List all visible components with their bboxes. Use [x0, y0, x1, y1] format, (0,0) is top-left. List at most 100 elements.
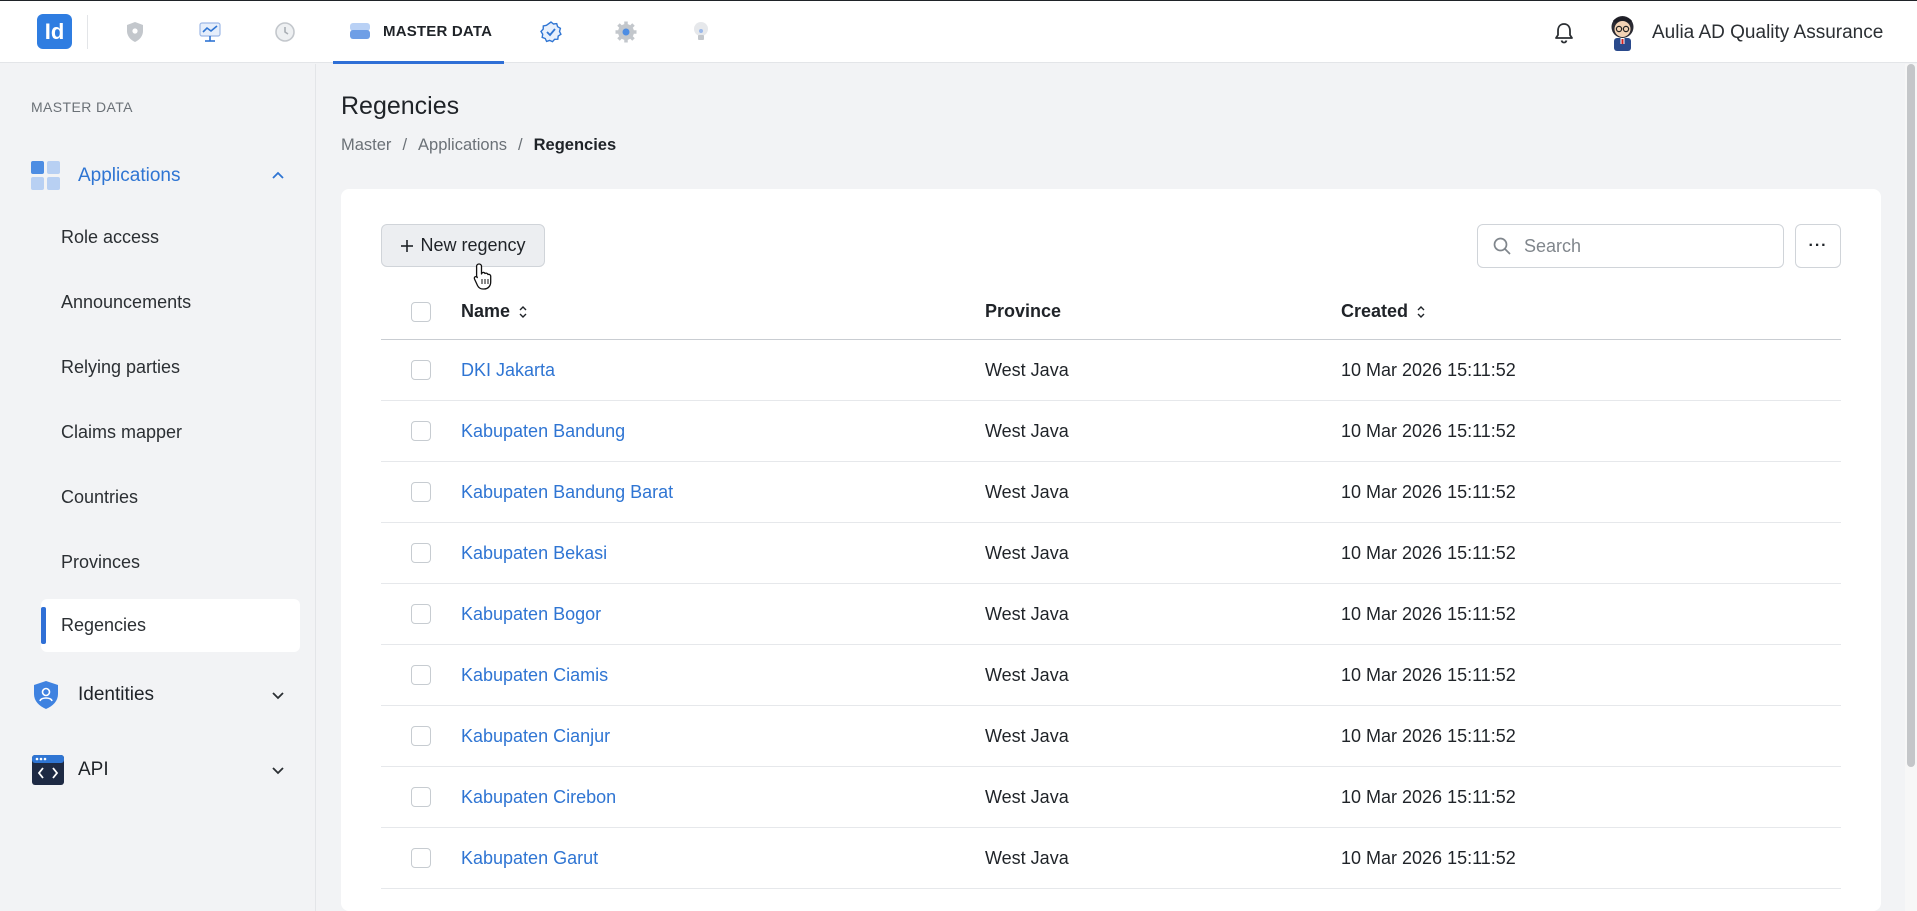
user-name[interactable]: Aulia AD Quality Assurance	[1652, 22, 1883, 44]
avatar[interactable]	[1604, 13, 1641, 52]
province-cell: West Java	[985, 542, 1069, 563]
table-row: Kabupaten Bekasi West Java 10 Mar 2026 1…	[381, 523, 1841, 584]
divider	[87, 15, 88, 49]
search-input[interactable]	[1524, 235, 1764, 257]
created-cell: 10 Mar 2026 15:11:52	[1341, 481, 1516, 502]
api-code-icon	[32, 755, 64, 785]
created-cell: 10 Mar 2026 15:11:52	[1341, 847, 1516, 868]
sidebar: MASTER DATA Applications Role access Ann…	[0, 64, 316, 911]
row-checkbox[interactable]	[411, 482, 431, 502]
sort-icon[interactable]	[518, 305, 528, 319]
search-icon	[1493, 237, 1511, 255]
created-cell: 10 Mar 2026 15:11:52	[1341, 786, 1516, 807]
sidebar-group-applications[interactable]: Applications	[31, 157, 286, 195]
scrollbar-thumb[interactable]	[1907, 64, 1915, 767]
sidebar-item-countries[interactable]: Countries	[41, 471, 300, 524]
breadcrumb-separator: /	[518, 136, 523, 154]
shield-icon[interactable]	[121, 18, 149, 46]
more-options-button[interactable]: ···	[1795, 224, 1841, 268]
regency-name-link[interactable]: Kabupaten Garut	[461, 848, 598, 869]
dashboard-icon[interactable]	[196, 18, 224, 46]
table-header: Name Province Created	[381, 284, 1841, 340]
tab-master-data-label: MASTER DATA	[383, 22, 493, 40]
check-badge-icon[interactable]	[537, 18, 565, 46]
column-header-created[interactable]: Created	[1341, 301, 1426, 322]
row-checkbox[interactable]	[411, 665, 431, 685]
more-icon: ···	[1808, 237, 1828, 254]
tab-master-data[interactable]: MASTER DATA	[333, 1, 504, 64]
sidebar-group-identities[interactable]: Identities	[31, 676, 286, 714]
new-regency-button[interactable]: New regency	[381, 224, 545, 267]
created-cell: 10 Mar 2026 15:11:52	[1341, 420, 1516, 441]
bulb-icon[interactable]	[687, 18, 715, 46]
table-row: Kabupaten Garut West Java 10 Mar 2026 15…	[381, 828, 1841, 889]
regency-name-link[interactable]: Kabupaten Cianjur	[461, 726, 610, 747]
bell-icon[interactable]	[1551, 20, 1577, 46]
breadcrumb-separator: /	[402, 136, 408, 154]
regencies-table: Name Province Created DKI Jakarta West J…	[381, 284, 1841, 889]
row-checkbox[interactable]	[411, 787, 431, 807]
regency-name-link[interactable]: Kabupaten Bekasi	[461, 543, 607, 564]
regency-name-link[interactable]: Kabupaten Bandung	[461, 421, 625, 442]
hand-cursor-icon	[473, 263, 492, 290]
table-row: Kabupaten Ciamis West Java 10 Mar 2026 1…	[381, 645, 1841, 706]
province-cell: West Java	[985, 725, 1069, 746]
sidebar-group-api[interactable]: API	[31, 751, 286, 789]
identity-shield-icon	[34, 681, 58, 709]
database-icon	[350, 23, 370, 39]
row-checkbox[interactable]	[411, 726, 431, 746]
row-checkbox[interactable]	[411, 604, 431, 624]
province-cell: West Java	[985, 420, 1069, 441]
regency-name-link[interactable]: Kabupaten Bandung Barat	[461, 482, 673, 503]
search-box[interactable]	[1477, 224, 1784, 268]
select-all-checkbox[interactable]	[411, 301, 431, 322]
province-cell: West Java	[985, 786, 1069, 807]
table-row: Kabupaten Bogor West Java 10 Mar 2026 15…	[381, 584, 1841, 645]
created-cell: 10 Mar 2026 15:11:52	[1341, 542, 1516, 563]
breadcrumb-item[interactable]: Master	[341, 136, 391, 155]
top-navigation-bar: Id MASTER DATA Aulia AD Quality Assuranc…	[0, 0, 1917, 64]
sidebar-group-label: Applications	[78, 165, 181, 186]
regency-name-link[interactable]: Kabupaten Ciamis	[461, 665, 608, 686]
province-cell: West Java	[985, 481, 1069, 502]
table-row: Kabupaten Cianjur West Java 10 Mar 2026 …	[381, 706, 1841, 767]
table-row: Kabupaten Cirebon West Java 10 Mar 2026 …	[381, 767, 1841, 828]
new-regency-label: New regency	[420, 235, 526, 255]
sidebar-item-announcements[interactable]: Announcements	[41, 276, 300, 329]
regency-name-link[interactable]: Kabupaten Cirebon	[461, 787, 616, 808]
regency-name-link[interactable]: DKI Jakarta	[461, 360, 555, 381]
sidebar-section-title: MASTER DATA	[31, 99, 133, 115]
breadcrumb-item[interactable]: Applications	[418, 136, 507, 155]
chevron-up-icon[interactable]	[270, 168, 286, 184]
regency-name-link[interactable]: Kabupaten Bogor	[461, 604, 601, 625]
sidebar-item-role-access[interactable]: Role access	[41, 211, 300, 264]
scrollbar[interactable]	[1905, 64, 1917, 911]
table-row: Kabupaten Bandung Barat West Java 10 Mar…	[381, 462, 1841, 523]
sidebar-item-claims-mapper[interactable]: Claims mapper	[41, 406, 300, 459]
row-checkbox[interactable]	[411, 543, 431, 563]
row-checkbox[interactable]	[411, 421, 431, 441]
regencies-card: New regency ··· Name Province Created DK…	[341, 189, 1881, 911]
sidebar-group-label: API	[78, 759, 109, 780]
created-cell: 10 Mar 2026 15:11:52	[1341, 664, 1516, 685]
app-logo[interactable]: Id	[37, 14, 72, 49]
column-header-name[interactable]: Name	[461, 301, 528, 322]
sidebar-item-relying-parties[interactable]: Relying parties	[41, 341, 300, 394]
plus-icon	[401, 239, 414, 252]
column-header-province: Province	[985, 301, 1062, 321]
province-cell: West Java	[985, 664, 1069, 685]
province-cell: West Java	[985, 847, 1069, 868]
sort-icon[interactable]	[1416, 305, 1426, 319]
gear-icon[interactable]	[612, 18, 640, 46]
sidebar-group-label: Identities	[78, 684, 155, 705]
sidebar-item-provinces[interactable]: Provinces	[41, 536, 300, 589]
chevron-down-icon[interactable]	[270, 687, 286, 703]
chevron-down-icon[interactable]	[270, 762, 286, 778]
history-icon[interactable]	[271, 18, 299, 46]
created-cell: 10 Mar 2026 15:11:52	[1341, 603, 1516, 624]
sidebar-item-regencies[interactable]: Regencies	[41, 599, 300, 652]
row-checkbox[interactable]	[411, 360, 431, 380]
column-header-label: Name	[461, 301, 511, 321]
table-row: Kabupaten Bandung West Java 10 Mar 2026 …	[381, 401, 1841, 462]
row-checkbox[interactable]	[411, 848, 431, 868]
